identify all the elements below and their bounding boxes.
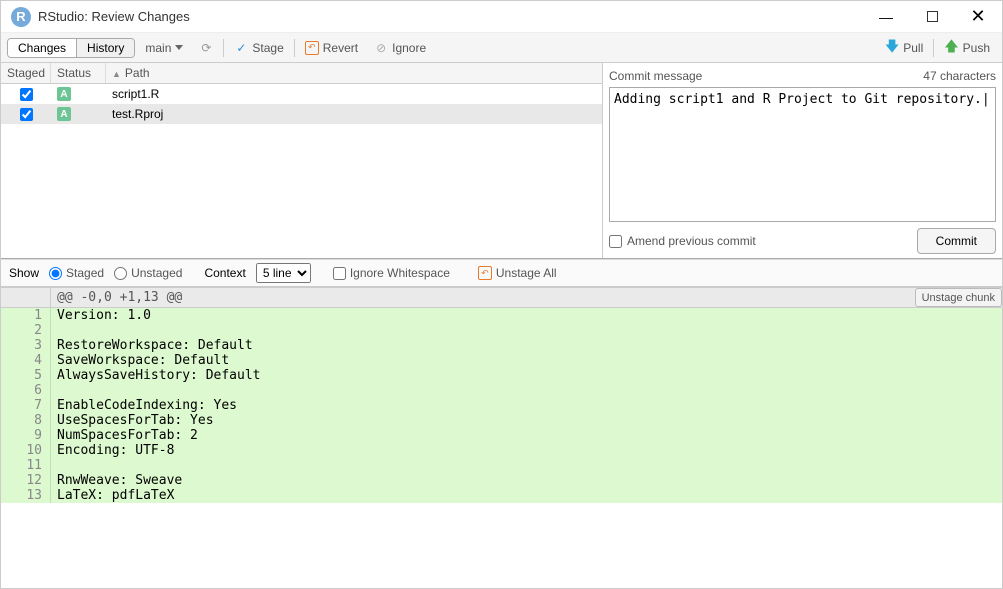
line-content: LaTeX: pdfLaTeX — [51, 488, 174, 503]
push-arrow-icon: 🡅 — [944, 36, 958, 60]
commit-char-count: 47 characters — [923, 69, 996, 83]
line-content — [51, 458, 57, 473]
diff-line[interactable]: 10Encoding: UTF-8 — [1, 443, 1002, 458]
commit-button[interactable]: Commit — [917, 228, 996, 254]
ignore-icon: ⊘ — [374, 41, 388, 55]
close-button[interactable]: ✕ — [964, 7, 992, 27]
line-number: 1 — [1, 308, 51, 323]
diff-line[interactable]: 6 — [1, 383, 1002, 398]
diff-line[interactable]: 8UseSpacesForTab: Yes — [1, 413, 1002, 428]
show-staged-radio[interactable]: Staged — [49, 266, 104, 280]
line-number: 8 — [1, 413, 51, 428]
file-row[interactable]: Atest.Rproj — [1, 104, 602, 124]
line-number: 7 — [1, 398, 51, 413]
line-content: Encoding: UTF-8 — [51, 443, 174, 458]
file-path: script1.R — [106, 87, 602, 101]
refresh-icon: ⟳ — [199, 41, 213, 55]
rstudio-app-icon: R — [11, 7, 31, 27]
amend-checkbox-label[interactable]: Amend previous commit — [609, 234, 756, 248]
line-content — [51, 383, 57, 398]
header-path[interactable]: ▲Path — [106, 63, 602, 83]
ignore-button[interactable]: ⊘ Ignore — [368, 39, 432, 57]
revert-button[interactable]: ↶ Revert — [299, 39, 364, 57]
diff-line[interactable]: 13LaTeX: pdfLaTeX — [1, 488, 1002, 503]
diff-line[interactable]: 1Version: 1.0 — [1, 308, 1002, 323]
file-row[interactable]: Ascript1.R — [1, 84, 602, 104]
unstage-icon: ↶ — [478, 266, 492, 280]
line-number: 4 — [1, 353, 51, 368]
push-button[interactable]: 🡅 Push — [938, 34, 996, 62]
amend-checkbox[interactable] — [609, 235, 622, 248]
check-icon: ✓ — [234, 41, 248, 55]
diff-line[interactable]: 7EnableCodeIndexing: Yes — [1, 398, 1002, 413]
files-header: Staged Status ▲Path — [1, 63, 602, 84]
line-content — [51, 323, 57, 338]
status-badge: A — [57, 107, 71, 121]
minimize-button[interactable]: — — [872, 7, 900, 27]
revert-icon: ↶ — [305, 41, 319, 55]
tab-changes[interactable]: Changes — [8, 39, 77, 57]
line-number: 9 — [1, 428, 51, 443]
line-content: AlwaysSaveHistory: Default — [51, 368, 261, 383]
diff-toolbar: Show Staged Unstaged Context 5 line Igno… — [1, 259, 1002, 287]
header-status[interactable]: Status — [51, 63, 106, 83]
branch-select[interactable]: main — [139, 39, 189, 57]
line-content: Version: 1.0 — [51, 308, 151, 323]
stage-button[interactable]: ✓ Stage — [228, 39, 289, 57]
diff-line[interactable]: 3RestoreWorkspace: Default — [1, 338, 1002, 353]
changes-history-tabs: Changes History — [7, 38, 135, 58]
diff-line[interactable]: 11 — [1, 458, 1002, 473]
file-path: test.Rproj — [106, 107, 602, 121]
stage-checkbox[interactable] — [20, 88, 33, 101]
line-number: 2 — [1, 323, 51, 338]
hunk-header-text: @@ -0,0 +1,13 @@ — [51, 288, 915, 307]
line-content: NumSpacesForTab: 2 — [51, 428, 198, 443]
sort-asc-icon: ▲ — [112, 69, 121, 79]
diff-line[interactable]: 5AlwaysSaveHistory: Default — [1, 368, 1002, 383]
commit-pane: Commit message 47 characters Amend previ… — [603, 63, 1002, 258]
line-content: UseSpacesForTab: Yes — [51, 413, 214, 428]
line-number: 10 — [1, 443, 51, 458]
line-number: 12 — [1, 473, 51, 488]
diff-view[interactable]: @@ -0,0 +1,13 @@ Unstage chunk 1Version:… — [1, 287, 1002, 588]
chevron-down-icon — [175, 45, 183, 50]
window-title: RStudio: Review Changes — [38, 9, 872, 24]
toolbar: Changes History main ⟳ ✓ Stage ↶ Revert … — [1, 33, 1002, 63]
diff-line[interactable]: 9NumSpacesForTab: 2 — [1, 428, 1002, 443]
line-content: SaveWorkspace: Default — [51, 353, 229, 368]
context-select[interactable]: 5 line — [256, 263, 311, 283]
line-number: 13 — [1, 488, 51, 503]
unstage-chunk-button[interactable]: Unstage chunk — [915, 288, 1002, 307]
status-badge: A — [57, 87, 71, 101]
titlebar: R RStudio: Review Changes — ✕ — [1, 1, 1002, 33]
pull-button[interactable]: 🡇 Pull — [879, 34, 929, 62]
commit-message-label: Commit message — [609, 69, 702, 83]
line-number: 3 — [1, 338, 51, 353]
commit-message-input[interactable] — [609, 87, 996, 222]
hunk-header: @@ -0,0 +1,13 @@ Unstage chunk — [1, 287, 1002, 308]
line-content: RnwWeave: Sweave — [51, 473, 182, 488]
pull-arrow-icon: 🡇 — [885, 36, 899, 60]
tab-history[interactable]: History — [77, 39, 134, 57]
diff-line[interactable]: 2 — [1, 323, 1002, 338]
line-number: 11 — [1, 458, 51, 473]
refresh-button[interactable]: ⟳ — [193, 39, 219, 57]
diff-line[interactable]: 12RnwWeave: Sweave — [1, 473, 1002, 488]
files-pane: Staged Status ▲Path Ascript1.RAtest.Rpro… — [1, 63, 603, 258]
ignore-whitespace-checkbox[interactable]: Ignore Whitespace — [333, 266, 450, 280]
show-label: Show — [9, 266, 39, 280]
unstage-all-button[interactable]: ↶ Unstage All — [472, 264, 563, 282]
line-content: RestoreWorkspace: Default — [51, 338, 253, 353]
maximize-button[interactable] — [918, 7, 946, 27]
context-label: Context — [204, 266, 245, 280]
line-number: 6 — [1, 383, 51, 398]
show-unstaged-radio[interactable]: Unstaged — [114, 266, 182, 280]
header-staged[interactable]: Staged — [1, 63, 51, 83]
diff-line[interactable]: 4SaveWorkspace: Default — [1, 353, 1002, 368]
branch-name: main — [145, 41, 171, 55]
line-content: EnableCodeIndexing: Yes — [51, 398, 237, 413]
stage-checkbox[interactable] — [20, 108, 33, 121]
line-number: 5 — [1, 368, 51, 383]
